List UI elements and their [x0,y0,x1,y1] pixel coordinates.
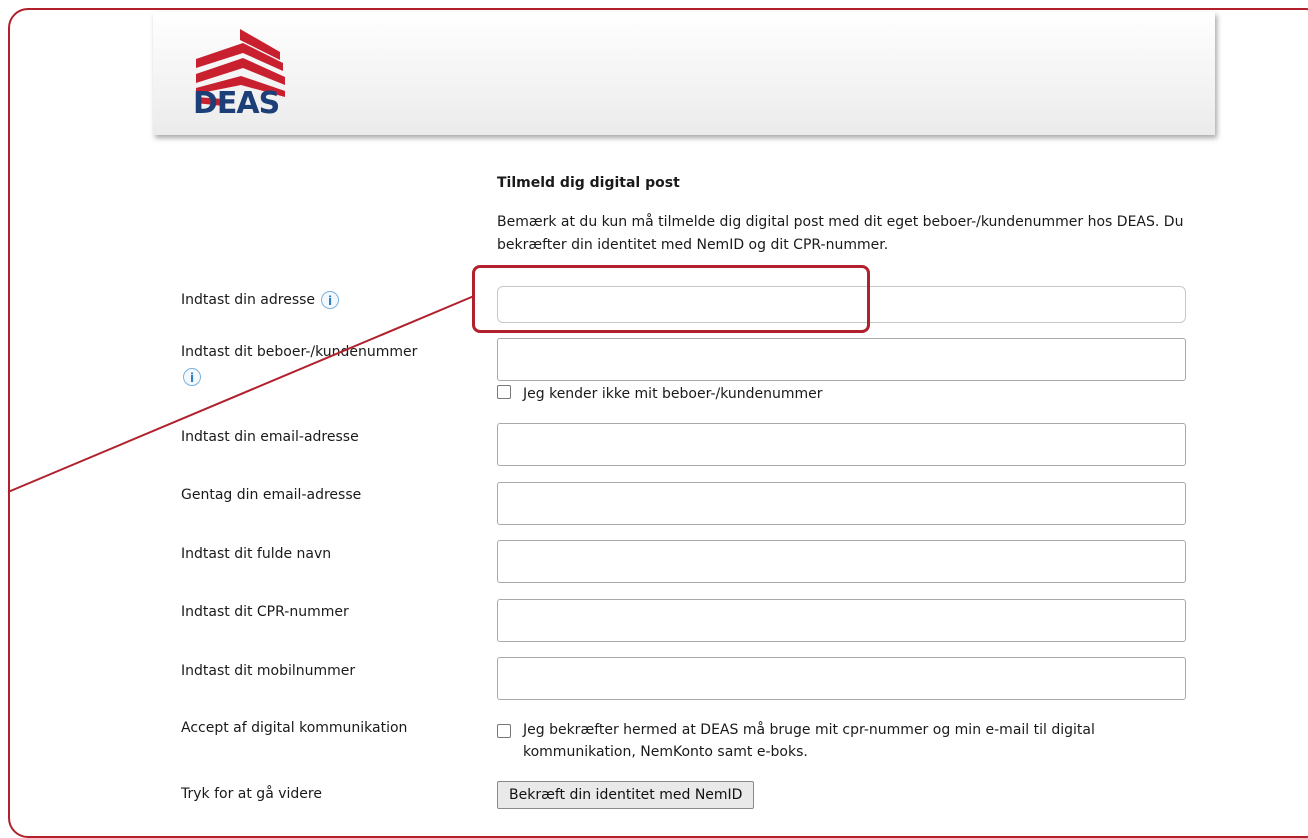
callout-line [7,295,475,493]
